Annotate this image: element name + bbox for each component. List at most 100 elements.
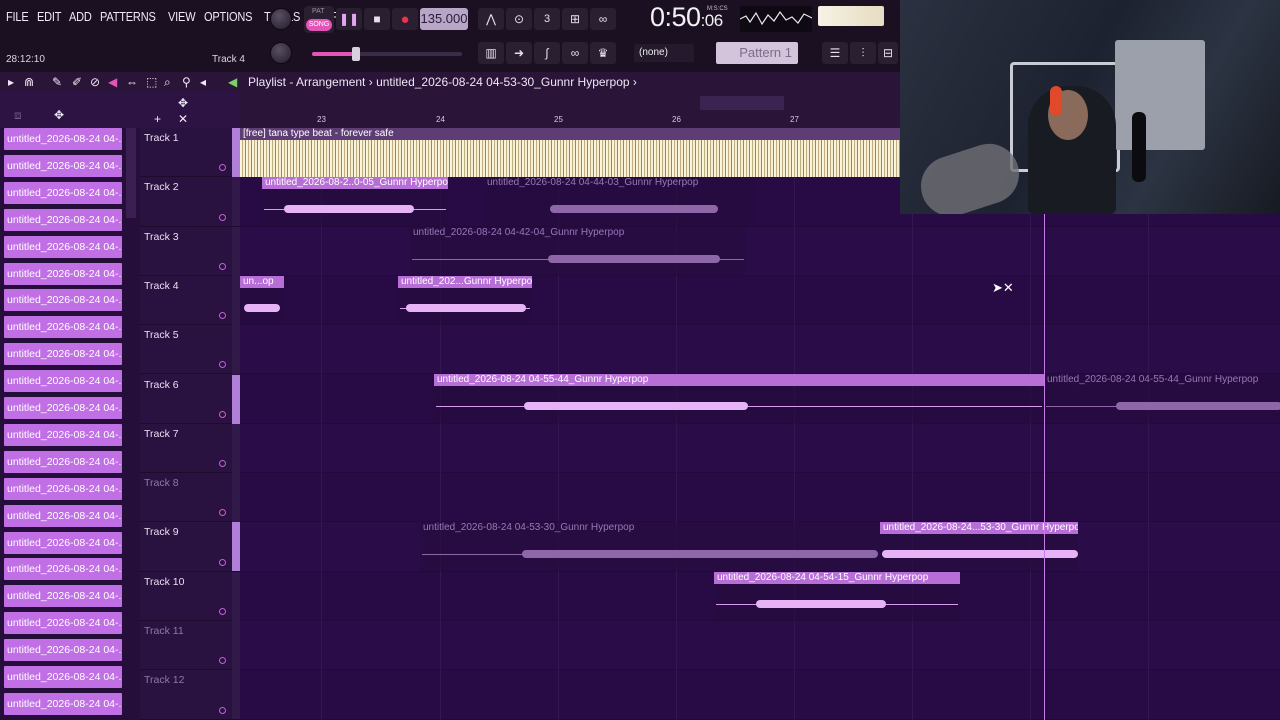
track-enable-icon[interactable] [219,164,226,172]
track-activity-strip[interactable] [232,226,240,276]
picker-item[interactable]: untitled_2026-08-24 04-... [4,235,122,258]
arrangement-grid[interactable]: [free] tana type beat - forever safe unt… [240,128,1280,720]
playhead-line[interactable] [1044,214,1045,720]
menu-options[interactable]: OPTIONS [204,10,252,24]
select-icon[interactable]: ⬚ [146,75,157,89]
track-activity-strip[interactable] [232,374,240,424]
stop-button[interactable]: ■ [364,8,390,30]
audio-clip-muted[interactable]: untitled_2026-08-24 04-55-44_Gunnr Hyper… [1044,374,1280,424]
paint-icon[interactable]: ✐ [72,75,82,89]
track-enable-icon[interactable] [219,213,226,221]
picker-item[interactable]: untitled_2026-08-24 04-... [4,208,122,231]
track-header[interactable]: Track 11 [140,621,240,671]
link-icon[interactable]: ∞ [562,42,588,64]
picker-item[interactable]: untitled_2026-08-24 04-... [4,316,122,339]
record-button[interactable]: ● [392,8,418,30]
slip-icon[interactable]: ⇔ [126,75,138,89]
playback-icon[interactable]: ◂ [200,75,206,89]
step-edit-icon[interactable]: ⊞ [562,8,588,30]
audio-clip[interactable]: untitled_2026-08-2..0-05_Gunnr Hyperpop [262,177,448,227]
picker-item[interactable]: untitled_2026-08-24 04-... [4,585,122,608]
picker-item[interactable]: untitled_2026-08-24 04-... [4,154,122,177]
audio-clip-muted[interactable]: untitled_2026-08-24 04-42-04_Gunnr Hyper… [410,227,746,277]
slider-thumb[interactable] [352,47,360,61]
audio-clip-muted[interactable]: untitled_2026-08-24 04-53-30_Gunnr Hyper… [420,522,880,572]
track-enable-icon[interactable] [219,361,226,369]
search-icon[interactable]: ⚲ [182,75,191,89]
countdown-icon[interactable]: 3 [534,8,560,30]
picker-item[interactable]: untitled_2026-08-24 04-... [4,666,122,688]
pause-button[interactable]: ❚❚ [336,8,362,30]
track-activity-strip[interactable] [232,423,240,473]
track-header[interactable]: Track 1 [140,128,240,178]
track-enable-icon[interactable] [219,706,226,714]
channel-rack-icon[interactable]: ⊟ [878,42,898,64]
menu-view[interactable]: VIEW [168,10,196,24]
menu-add[interactable]: ADD [69,10,92,24]
mute-icon[interactable]: ◀ [108,75,117,89]
track-header[interactable]: Track 8 [140,473,240,523]
zoom-icon[interactable]: ⌕ [164,75,171,90]
pattern-select[interactable]: Pattern 1 [716,42,798,64]
track-activity-strip[interactable] [232,571,240,621]
audio-clip[interactable]: untitled_2026-08-24 04-54-15_Gunnr Hyper… [714,572,960,622]
track-lane[interactable] [240,423,1280,474]
track-lane[interactable] [240,473,1280,523]
track-header[interactable]: Track 4 [140,275,240,326]
audio-clip[interactable]: untitled_2026-08-24 04-55-44_Gunnr Hyper… [434,374,1044,424]
stamp-icon[interactable]: ♛ [590,42,616,64]
menu-patterns[interactable]: PATTERNS [100,10,156,24]
piano-roll-icon[interactable]: ▥ [478,42,504,64]
track-activity-strip[interactable] [232,621,240,670]
menu-file[interactable]: FILE [6,10,29,24]
picker-item[interactable]: untitled_2026-08-24 04-... [4,423,122,446]
picker-item[interactable]: untitled_2026-08-24 04-... [4,370,122,393]
metronome-icon[interactable]: ⋀ [478,8,504,30]
picker-item[interactable]: untitled_2026-08-24 04-... [4,558,122,581]
master-volume-slider[interactable] [312,47,462,61]
move-icon[interactable]: ✥ [178,96,188,110]
playlist-window-icon[interactable]: ☰ [822,42,848,64]
track-header[interactable]: Track 6 [140,374,240,424]
menu-edit[interactable]: EDIT [37,10,62,24]
snap-select[interactable]: (none) [634,44,694,62]
picker-scrollbar[interactable] [126,128,136,218]
picker-item[interactable]: untitled_2026-08-24 04-... [4,612,122,635]
menu-arrow-icon[interactable]: ▸ [8,75,14,89]
arrow-icon[interactable]: ➜ [506,42,532,64]
track-lane[interactable] [240,670,1280,720]
picker-item[interactable]: untitled_2026-08-24 04-... [4,450,122,473]
track-header[interactable]: Track 7 [140,423,240,474]
add-icon[interactable]: + [154,112,161,126]
track-enable-icon[interactable] [219,558,226,566]
mixer-icon[interactable]: ⫶ [850,42,876,64]
track-lane[interactable] [240,621,1280,671]
clip-beat[interactable]: [free] tana type beat - forever safe [240,128,900,178]
picker-item[interactable]: untitled_2026-08-24 04-... [4,531,122,554]
track-activity-strip[interactable] [232,128,240,177]
delete-icon[interactable]: ⊘ [90,75,100,89]
audio-clip-muted[interactable]: untitled_2026-08-24 04-44-03_Gunnr Hyper… [484,177,754,227]
track-lane[interactable] [240,226,1280,276]
picker-item[interactable]: untitled_2026-08-24 04-... [4,262,122,285]
master-volume-knob[interactable] [270,8,292,30]
track-lane[interactable] [240,325,1280,375]
track-header[interactable]: Track 10 [140,571,240,621]
picker-arrow-icon[interactable]: ✥ [54,108,64,122]
track-enable-icon[interactable] [219,460,226,468]
picker-item[interactable]: untitled_2026-08-24 04-... [4,692,122,715]
track-header[interactable]: Track 2 [140,177,240,227]
picker-item[interactable]: untitled_2026-08-24 04-... [4,397,122,419]
track-enable-icon[interactable] [219,262,226,270]
pat-song-toggle[interactable]: PAT SONG [304,6,334,33]
picker-item[interactable]: untitled_2026-08-24 04-... [4,181,122,204]
track-enable-icon[interactable] [219,312,226,320]
tempo-display[interactable]: 135.000 [420,8,468,30]
picker-item[interactable]: untitled_2026-08-24 04-... [4,128,122,150]
magnet-icon[interactable]: ⋒ [24,75,34,89]
wait-input-icon[interactable]: ⊙ [506,8,532,30]
picker-item[interactable]: untitled_2026-08-24 04-... [4,477,122,500]
track-enable-icon[interactable] [219,509,226,517]
master-pitch-knob[interactable] [270,42,292,64]
track-activity-strip[interactable] [232,522,240,572]
